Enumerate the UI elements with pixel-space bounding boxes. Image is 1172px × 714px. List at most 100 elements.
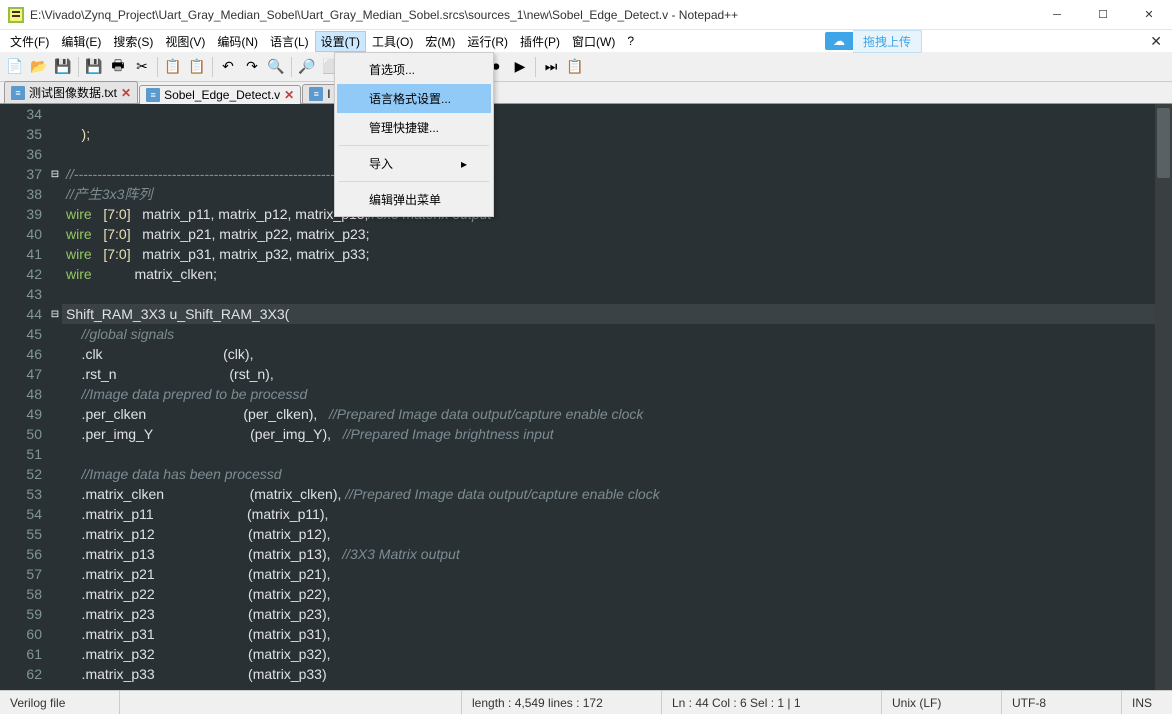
code-line-53[interactable]: .matrix_clken (matrix_clken), //Prepared… xyxy=(62,484,1172,504)
menu-窗口[interactable]: 窗口(W) xyxy=(566,31,621,52)
status-language: Verilog file xyxy=(0,691,120,714)
dropdown-item-4[interactable]: 编辑弹出菜单 xyxy=(337,185,491,214)
toolbar-btn-9[interactable]: ↷ xyxy=(241,56,263,78)
menu-文件[interactable]: 文件(F) xyxy=(4,31,55,52)
toolbar-btn-19[interactable]: ▶ xyxy=(509,56,531,78)
menu-搜索[interactable]: 搜索(S) xyxy=(107,31,159,52)
dropdown-item-3[interactable]: 导入 ▸ xyxy=(337,149,491,178)
app-icon xyxy=(8,7,24,23)
code-line-61[interactable]: .matrix_p32 (matrix_p32), xyxy=(62,644,1172,664)
tab-label: I xyxy=(327,87,330,101)
code-line-54[interactable]: .matrix_p11 (matrix_p11), xyxy=(62,504,1172,524)
code-line-42[interactable]: wire matrix_clken; xyxy=(62,264,1172,284)
code-line-60[interactable]: .matrix_p31 (matrix_p31), xyxy=(62,624,1172,644)
dropdown-label: 编辑弹出菜单 xyxy=(369,191,441,208)
toolbar: 📄📂💾💾🖶✂📋📋↶↷🔍🔎⬜👁🎯⬛▶⏹⏺▶⏭📋 xyxy=(0,52,1172,82)
code-line-51[interactable] xyxy=(62,444,1172,464)
toolbar-btn-3[interactable]: 💾 xyxy=(83,56,105,78)
tab-I[interactable]: ≡I xyxy=(302,84,337,103)
status-encoding: UTF-8 xyxy=(1002,691,1122,714)
code-line-56[interactable]: .matrix_p13 (matrix_p13), //3X3 Matrix o… xyxy=(62,544,1172,564)
menu-编辑[interactable]: 编辑(E) xyxy=(55,31,107,52)
menu-运行[interactable]: 运行(R) xyxy=(461,31,514,52)
code-line-36[interactable] xyxy=(62,144,1172,164)
menu-宏[interactable]: 宏(M) xyxy=(419,31,461,52)
code-line-50[interactable]: .per_img_Y (per_img_Y), //Prepared Image… xyxy=(62,424,1172,444)
toolbar-btn-0[interactable]: 📄 xyxy=(4,56,26,78)
dropdown-label: 首选项... xyxy=(369,61,415,78)
tabbar: ≡测试图像数据.txt✕≡Sobel_Edge_Detect.v✕≡I xyxy=(0,82,1172,104)
settings-dropdown: 首选项... 语言格式设置...管理快捷键... 导入 ▸ 编辑弹出菜单 xyxy=(334,52,494,217)
toolbar-btn-4[interactable]: 🖶 xyxy=(107,56,129,78)
menubar-close-icon[interactable]: ✕ xyxy=(1150,33,1162,50)
cloud-label: 拖拽上传 xyxy=(853,30,922,53)
toolbar-btn-1[interactable]: 📂 xyxy=(28,56,50,78)
dropdown-item-0[interactable]: 首选项... xyxy=(337,55,491,84)
menubar: 文件(F)编辑(E)搜索(S)视图(V)编码(N)语言(L)设置(T)工具(O)… xyxy=(0,30,1172,52)
code-line-43[interactable] xyxy=(62,284,1172,304)
code-line-45[interactable]: //global signals xyxy=(62,324,1172,344)
toolbar-btn-5[interactable]: ✂ xyxy=(131,56,153,78)
tab-label: Sobel_Edge_Detect.v xyxy=(164,88,280,102)
code-line-49[interactable]: .per_clken (per_clken), //Prepared Image… xyxy=(62,404,1172,424)
cloud-upload-button[interactable]: ☁ 拖拽上传 xyxy=(825,30,922,52)
code-line-59[interactable]: .matrix_p23 (matrix_p23), xyxy=(62,604,1172,624)
file-icon: ≡ xyxy=(309,87,323,101)
toolbar-btn-7[interactable]: 📋 xyxy=(186,56,208,78)
line-gutter: 3435363738394041424344454647484950515253… xyxy=(0,104,48,690)
menu-语言[interactable]: 语言(L) xyxy=(264,31,315,52)
toolbar-btn-10[interactable]: 🔍 xyxy=(265,56,287,78)
vertical-scrollbar[interactable] xyxy=(1155,104,1172,690)
toolbar-btn-8[interactable]: ↶ xyxy=(217,56,239,78)
status-length: length : 4,549 lines : 172 xyxy=(462,691,662,714)
dropdown-label: 导入 xyxy=(369,155,393,172)
editor[interactable]: 3435363738394041424344454647484950515253… xyxy=(0,104,1172,690)
menu-编码[interactable]: 编码(N) xyxy=(211,31,264,52)
file-icon: ≡ xyxy=(11,86,25,100)
code-line-44[interactable]: Shift_RAM_3X3 u_Shift_RAM_3X3( xyxy=(62,304,1172,324)
tab-Sobel_Edge_Detect.v[interactable]: ≡ Sobel_Edge_Detect.v ✕ xyxy=(139,85,301,104)
window-title: E:\Vivado\Zynq_Project\Uart_Gray_Median_… xyxy=(30,8,1034,22)
status-eol: Unix (LF) xyxy=(882,691,1002,714)
code-line-57[interactable]: .matrix_p21 (matrix_p21), xyxy=(62,564,1172,584)
minimize-button[interactable]: ─ xyxy=(1034,0,1080,29)
toolbar-btn-11[interactable]: 🔎 xyxy=(296,56,318,78)
dropdown-item-2[interactable]: 管理快捷键... xyxy=(337,113,491,142)
menu-工具[interactable]: 工具(O) xyxy=(366,31,419,52)
tab-close-icon[interactable]: ✕ xyxy=(284,88,294,102)
toolbar-btn-21[interactable]: 📋 xyxy=(564,56,586,78)
code-line-58[interactable]: .matrix_p22 (matrix_p22), xyxy=(62,584,1172,604)
toolbar-btn-20[interactable]: ⏭ xyxy=(540,56,562,78)
toolbar-btn-6[interactable]: 📋 xyxy=(162,56,184,78)
code-line-39[interactable]: wire [7:0] matrix_p11, matrix_p12, matri… xyxy=(62,204,1172,224)
code-line-35[interactable]: ); xyxy=(62,124,1172,144)
fold-column[interactable]: ⊟⊟ xyxy=(48,104,62,690)
maximize-button[interactable]: ☐ xyxy=(1080,0,1126,29)
tab-close-icon[interactable]: ✕ xyxy=(121,86,131,100)
code-line-37[interactable]: //--------------------------------------… xyxy=(62,164,1172,184)
cloud-icon: ☁ xyxy=(833,34,845,48)
code-line-47[interactable]: .rst_n (rst_n), xyxy=(62,364,1172,384)
code-line-38[interactable]: //产生3x3阵列 xyxy=(62,184,1172,204)
toolbar-btn-2[interactable]: 💾 xyxy=(52,56,74,78)
code-line-41[interactable]: wire [7:0] matrix_p31, matrix_p32, matri… xyxy=(62,244,1172,264)
code-line-55[interactable]: .matrix_p12 (matrix_p12), xyxy=(62,524,1172,544)
dropdown-item-1[interactable]: 语言格式设置... xyxy=(337,84,491,113)
code-line-52[interactable]: //Image data has been processd xyxy=(62,464,1172,484)
code-line-46[interactable]: .clk (clk), xyxy=(62,344,1172,364)
menu-插件[interactable]: 插件(P) xyxy=(514,31,566,52)
close-button[interactable]: ✕ xyxy=(1126,0,1172,29)
menu-视图[interactable]: 视图(V) xyxy=(159,31,211,52)
menu-设置[interactable]: 设置(T) xyxy=(315,31,366,52)
menu-?[interactable]: ? xyxy=(621,32,640,50)
code-line-48[interactable]: //Image data prepred to be processd xyxy=(62,384,1172,404)
scrollbar-thumb[interactable] xyxy=(1157,108,1170,178)
status-insert: INS xyxy=(1122,691,1172,714)
code-area[interactable]: ); //------------------------------------… xyxy=(62,104,1172,690)
file-icon: ≡ xyxy=(146,88,160,102)
code-line-62[interactable]: .matrix_p33 (matrix_p33) xyxy=(62,664,1172,684)
tab-测试图像数据.txt[interactable]: ≡测试图像数据.txt✕ xyxy=(4,81,138,103)
code-line-40[interactable]: wire [7:0] matrix_p21, matrix_p22, matri… xyxy=(62,224,1172,244)
submenu-arrow-icon: ▸ xyxy=(461,157,467,171)
code-line-34[interactable] xyxy=(62,104,1172,124)
